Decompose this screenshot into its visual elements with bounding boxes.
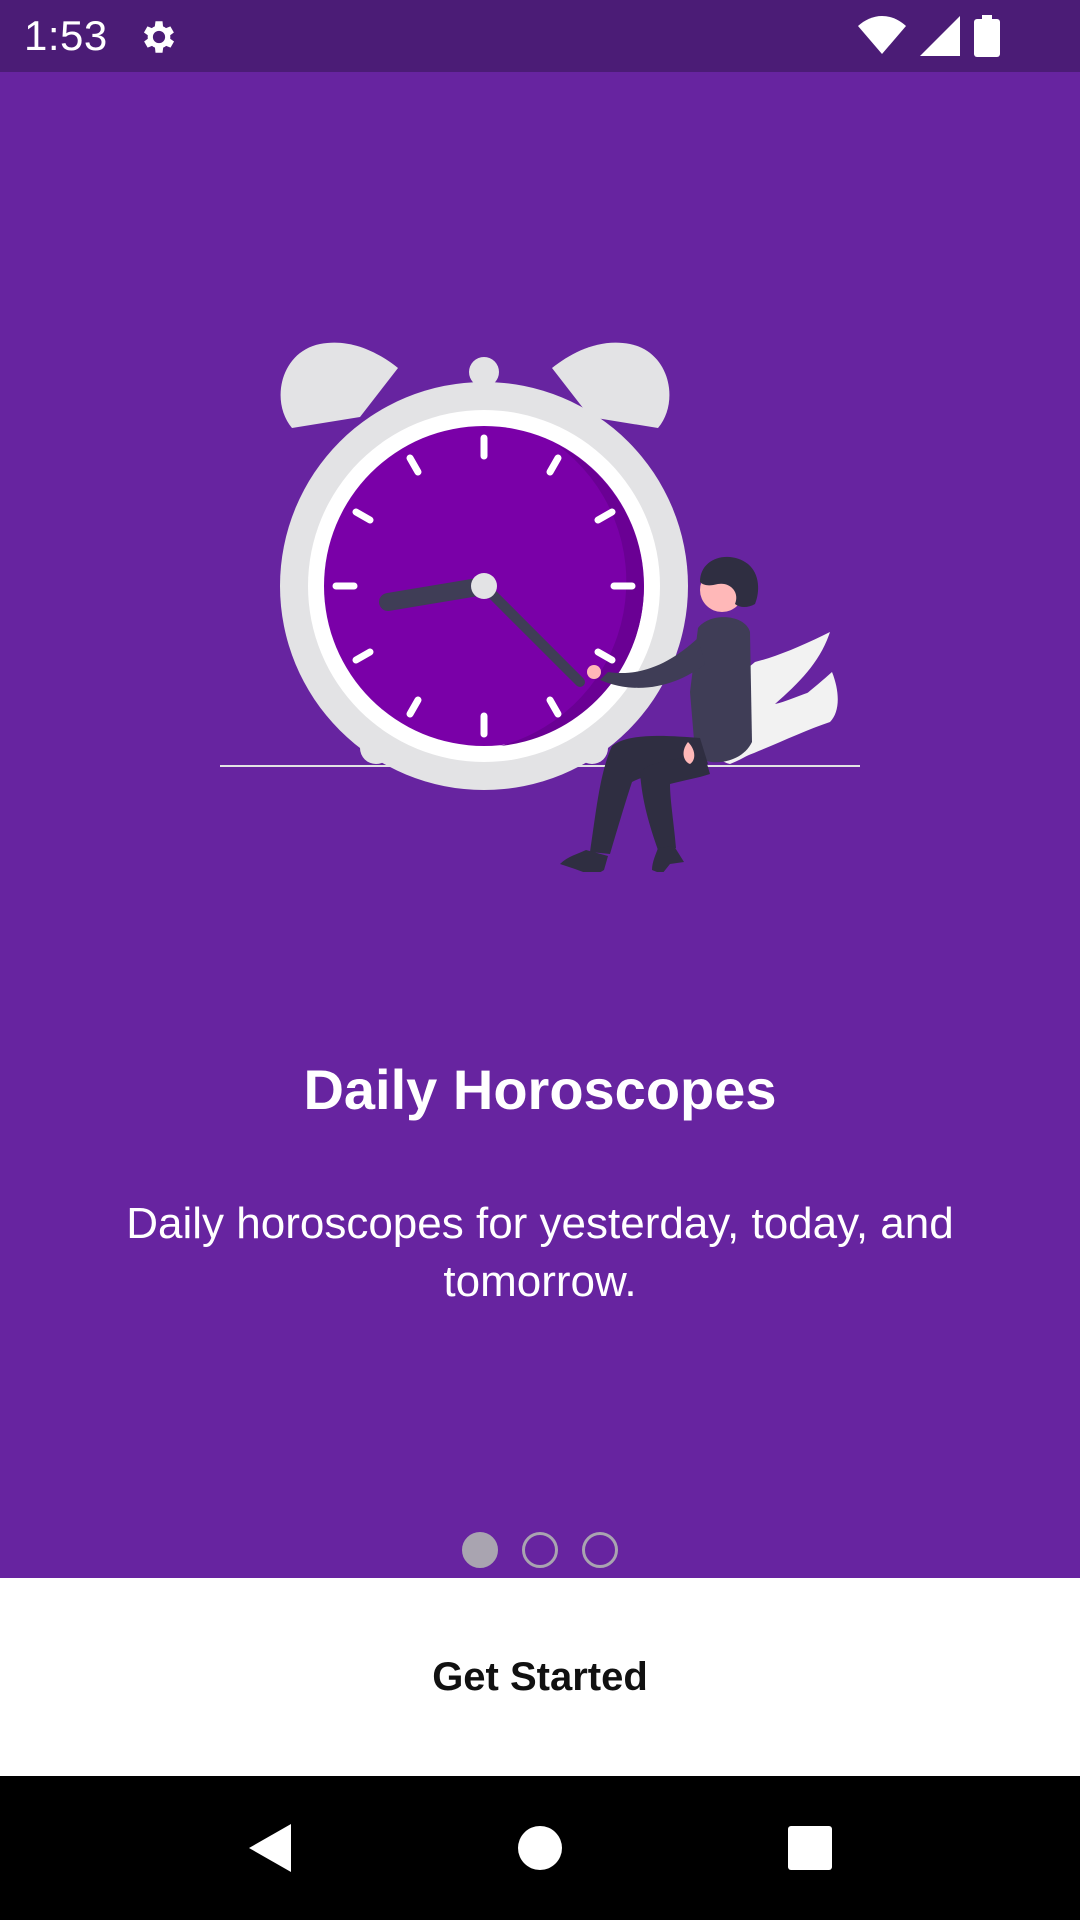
status-icons [858,14,1000,58]
slide-title: Daily Horoscopes [303,1058,777,1121]
page-dot-3[interactable] [582,1532,618,1568]
wifi-icon [858,16,906,54]
signal-icon [920,16,960,56]
onboarding-slide[interactable]: Daily Horoscopes Daily horoscopes for ye… [0,72,1080,1578]
page-dot-2[interactable] [522,1532,558,1568]
alarm-clock-illustration [220,342,860,872]
status-bar: 1:53 [0,0,1080,72]
navigation-bar [0,1776,1080,1920]
battery-icon [974,15,1000,57]
slide-description: Daily horoscopes for yesterday, today, a… [126,1199,954,1306]
page-indicator[interactable] [0,1532,1080,1572]
home-icon[interactable] [504,1812,576,1884]
recents-icon[interactable] [774,1812,846,1884]
gear-icon [143,21,175,53]
cta-bar: Get Started [0,1578,1080,1776]
get-started-button[interactable]: Get Started [392,1635,688,1720]
page-dot-1-active[interactable] [462,1532,498,1568]
status-time: 1:53 [24,12,108,59]
back-icon[interactable] [233,1812,305,1884]
